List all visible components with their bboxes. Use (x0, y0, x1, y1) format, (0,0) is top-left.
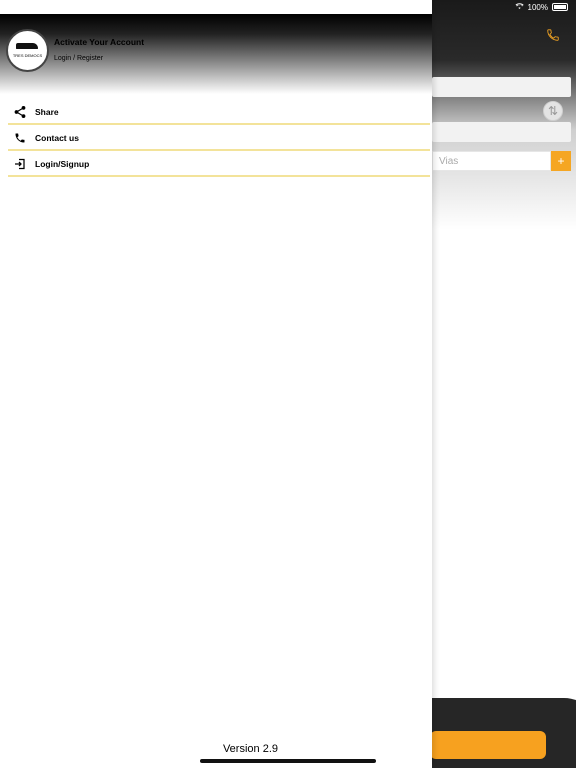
car-icon (16, 43, 38, 49)
battery-icon (552, 3, 568, 11)
origin-field[interactable] (432, 77, 571, 97)
destination-field[interactable] (432, 122, 571, 142)
wifi-icon (514, 2, 524, 12)
battery-percent: 100% (527, 2, 548, 12)
menu-item-label: Contact us (35, 132, 79, 143)
share-icon (10, 102, 30, 122)
login-icon (10, 154, 30, 174)
app-version: Version 2.9 (222, 743, 278, 755)
drawer-menu: Share Contact us Login/Signup (8, 100, 430, 178)
drawer-top (0, 0, 432, 14)
phone-icon (10, 128, 30, 148)
menu-item-contact[interactable]: Contact us (8, 126, 430, 151)
menu-item-label: Share (35, 106, 59, 117)
side-drawer: TRES DEMOCS Activate Your Account Login … (0, 0, 432, 768)
bottom-action-button[interactable] (430, 731, 546, 759)
activate-account-title[interactable]: Activate Your Account (54, 37, 144, 47)
vias-input[interactable]: Vias (432, 151, 551, 171)
swap-icon[interactable]: ⇅ (543, 101, 563, 121)
logo-text: TRES DEMOCS (12, 53, 43, 58)
menu-item-share[interactable]: Share (8, 100, 430, 125)
phone-icon[interactable] (546, 28, 560, 47)
menu-item-label: Login/Signup (35, 158, 90, 169)
drawer-header (0, 14, 432, 94)
add-via-button[interactable]: + (551, 151, 571, 171)
login-register-link[interactable]: Login / Register (54, 55, 103, 62)
app-logo: TRES DEMOCS (6, 29, 49, 72)
home-indicator[interactable] (200, 759, 376, 763)
status-bar: 100% (514, 2, 568, 12)
menu-item-login[interactable]: Login/Signup (8, 152, 430, 177)
